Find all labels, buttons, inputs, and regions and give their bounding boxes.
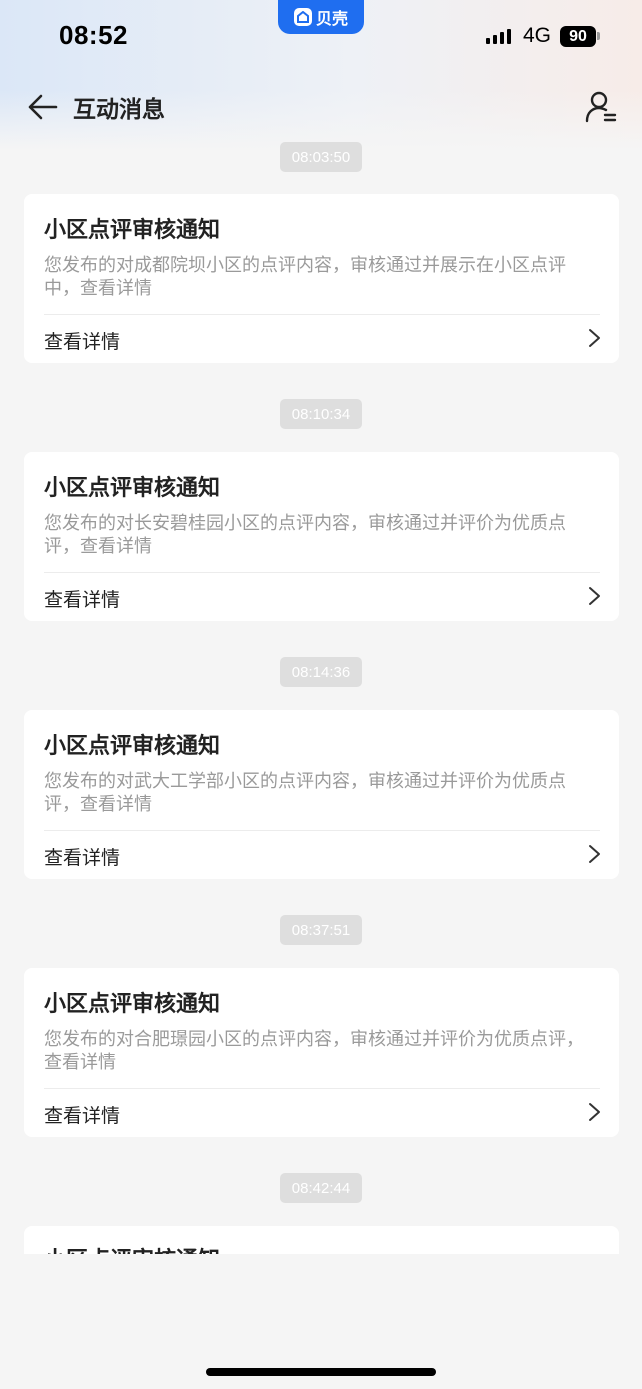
message-timestamp: 08:37:51	[280, 915, 362, 945]
message-card[interactable]: 小区点评审核通知	[24, 1226, 619, 1254]
message-card[interactable]: 小区点评审核通知 您发布的对武大工学部小区的点评内容，审核通过并评价为优质点评，…	[24, 710, 619, 879]
card-title: 小区点评审核通知	[44, 1242, 220, 1254]
battery-level: 90	[569, 27, 587, 45]
app-badge-label: 贝壳	[315, 9, 348, 28]
user-icon[interactable]	[584, 90, 618, 124]
page-title: 互动消息	[73, 97, 165, 123]
view-details-link[interactable]: 查看详情	[44, 585, 120, 612]
battery-tip	[597, 32, 600, 40]
message-timestamp: 08:42:44	[280, 1173, 362, 1203]
card-title: 小区点评审核通知	[44, 734, 221, 759]
message-card[interactable]: 小区点评审核通知 您发布的对合肥璟园小区的点评内容，审核通过并评价为优质点评，查…	[24, 968, 619, 1137]
view-details-link[interactable]: 查看详情	[44, 1101, 120, 1128]
card-title: 小区点评审核通知	[44, 476, 221, 501]
app-logo-icon	[293, 8, 312, 26]
card-description: 您发布的对武大工学部小区的点评内容，审核通过并评价为优质点评，查看详情	[44, 771, 566, 815]
divider	[44, 314, 600, 315]
chevron-right-icon[interactable]	[584, 327, 604, 349]
chevron-right-icon[interactable]	[584, 585, 604, 607]
back-arrow-icon[interactable]	[26, 92, 60, 122]
battery-icon: 90	[560, 26, 596, 47]
card-title: 小区点评审核通知	[44, 218, 221, 243]
message-timestamp: 08:03:50	[280, 142, 362, 172]
view-details-link[interactable]: 查看详情	[44, 843, 120, 870]
status-bar: 08:52 贝壳 4G 90	[0, 0, 642, 72]
status-time: 08:52	[59, 20, 128, 50]
divider	[44, 572, 600, 573]
card-description: 您发布的对长安碧桂园小区的点评内容，审核通过并评价为优质点评，查看详情	[44, 513, 566, 557]
chevron-right-icon[interactable]	[584, 1101, 604, 1123]
card-description: 您发布的对合肥璟园小区的点评内容，审核通过并评价为优质点评，查看详情	[44, 1029, 584, 1073]
app-badge[interactable]: 贝壳	[278, 0, 364, 34]
message-card[interactable]: 小区点评审核通知 您发布的对长安碧桂园小区的点评内容，审核通过并评价为优质点评，…	[24, 452, 619, 621]
message-card[interactable]: 小区点评审核通知 您发布的对成都院坝小区的点评内容，审核通过并展示在小区点评中，…	[24, 194, 619, 363]
chevron-right-icon[interactable]	[584, 843, 604, 865]
divider	[44, 830, 600, 831]
divider	[44, 1088, 600, 1089]
network-label: 4G	[523, 24, 552, 47]
home-indicator[interactable]	[206, 1368, 436, 1376]
signal-icon	[486, 28, 511, 44]
card-title: 小区点评审核通知	[44, 992, 221, 1017]
view-details-link[interactable]: 查看详情	[44, 327, 120, 354]
message-timestamp: 08:10:34	[280, 399, 362, 429]
card-description: 您发布的对成都院坝小区的点评内容，审核通过并展示在小区点评中，查看详情	[44, 255, 566, 299]
message-timestamp: 08:14:36	[280, 657, 362, 687]
